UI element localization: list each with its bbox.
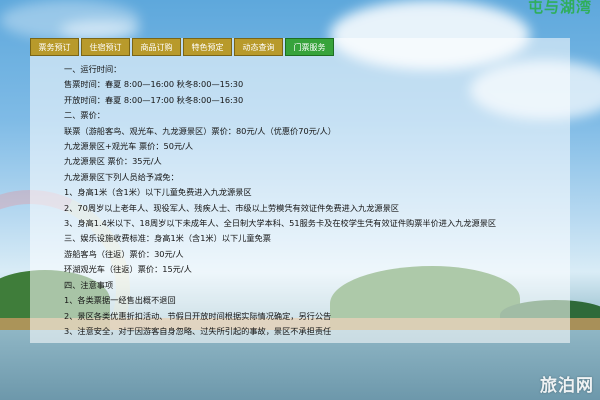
text-line: 售票时间：春夏 8:00—16:00 秋冬8:00—15:30 [64, 79, 244, 90]
section-heading: 三、娱乐设施收费标准：身高1米（含1米）以下儿童免票 [64, 233, 271, 244]
nav-tabs: 票务预订 住宿预订 商品订购 特色预定 动态查询 门票服务 [30, 38, 334, 56]
text-line: 九龙源景区下列人员给予减免： [64, 171, 179, 182]
cloud [60, 20, 140, 40]
text-line: 3、身高1.4米以下、18周岁以下未成年人、全日制大学本科、51服务卡及在校学生… [64, 218, 497, 229]
tab-goods-order[interactable]: 商品订购 [132, 38, 181, 56]
text-line: 2、景区各类优惠折扣活动、节假日开放时间根据实际情况确定，另行公告 [64, 310, 332, 321]
text-line: 1、各类票据一经售出概不退回 [64, 295, 176, 306]
section-heading: 一、运行时间： [64, 64, 122, 74]
site-brand: 屯与湖湾 [527, 0, 592, 16]
text-line: 开放时间：春夏 8:00—17:00 秋冬8:00—16:30 [64, 94, 244, 105]
section-heading: 二、票价： [64, 110, 105, 121]
tab-special-booking[interactable]: 特色预定 [183, 38, 232, 56]
text-line: 3、注意安全，对于因游客自身忽略、过失所引起的事故，景区不承担责任 [64, 325, 332, 336]
text-line: 1、身高1米（含1米）以下儿童免费进入九龙源景区 [64, 187, 252, 198]
text-line: 环湖观光车（往返）票价：15元/人 [64, 264, 192, 275]
text-line: 九龙源景区 票价：35元/人 [64, 156, 162, 167]
section-heading: 四、注意事项 [64, 279, 114, 290]
tab-lodging-booking[interactable]: 住宿预订 [81, 38, 130, 56]
text-line: 联票（游船客鸟、观光车、九龙源景区）票价：80元/人（优惠价70元/人） [64, 125, 336, 136]
text-line: 九龙源景区+观光车 票价：50元/人 [64, 141, 194, 152]
tab-news-query[interactable]: 动态查询 [234, 38, 283, 56]
ticket-info-text: 一、运行时间： 售票时间：春夏 8:00—16:00 秋冬8:00—15:30 … [64, 62, 564, 339]
tab-ticket-service[interactable]: 门票服务 [285, 38, 334, 56]
watermark: 旅泊网 [540, 376, 594, 396]
text-line: 游船客鸟（往返）票价：30元/人 [64, 248, 184, 259]
tab-ticket-booking[interactable]: 票务预订 [30, 38, 79, 56]
text-line: 2、70周岁以上老年人、现役军人、残疾人士、市级以上劳模凭有效证件免费进入九龙源… [64, 202, 399, 213]
